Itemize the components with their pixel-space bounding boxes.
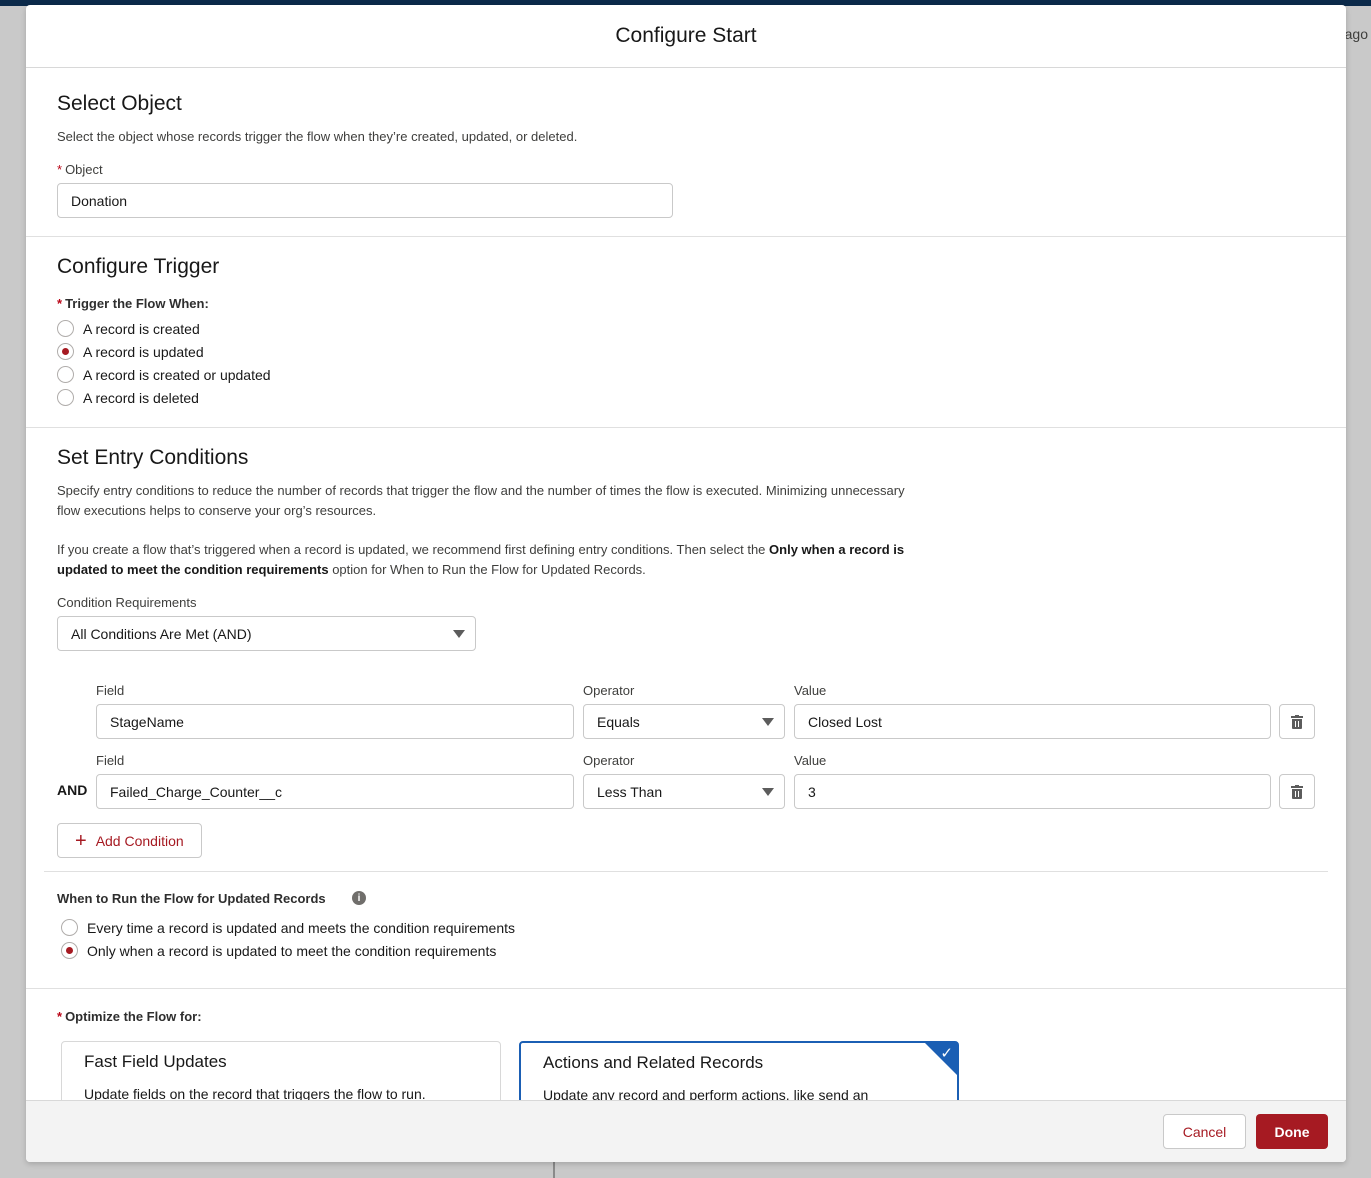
modal-title: Configure Start <box>615 24 757 47</box>
select-object-title: Select Object <box>57 92 182 115</box>
card-description: Update any record and perform actions, l… <box>543 1087 869 1100</box>
and-connector-label: AND <box>57 782 88 798</box>
value-label: Value <box>794 683 827 698</box>
entry-conditions-title: Set Entry Conditions <box>57 446 249 469</box>
delete-condition-1-button[interactable] <box>1279 704 1315 739</box>
entry-conditions-help-2: If you create a flow that’s triggered wh… <box>57 542 905 577</box>
radio-button[interactable] <box>57 366 74 383</box>
trigger-option-deleted[interactable]: A record is deleted <box>57 389 199 406</box>
optimize-section: * Optimize the Flow for: Fast Field Updat… <box>26 989 1346 1100</box>
condition-1-operator-select[interactable]: Equals <box>583 704 785 739</box>
cancel-button[interactable]: Cancel <box>1163 1114 1246 1149</box>
operator-label: Operator <box>583 753 635 768</box>
card-title: Fast Field Updates <box>84 1052 227 1071</box>
run-option-only-when-updated[interactable]: Only when a record is updated to meet th… <box>61 942 496 959</box>
radio-button[interactable] <box>57 389 74 406</box>
configure-start-modal: Configure Start Select Object Select the… <box>26 5 1346 1162</box>
chevron-down-icon <box>453 630 465 638</box>
trigger-option-created[interactable]: A record is created <box>57 320 200 337</box>
modal-header: Configure Start <box>26 5 1346 68</box>
checkmark-icon: ✓ <box>940 1045 953 1062</box>
condition-requirements-label: Condition Requirements <box>57 595 197 610</box>
entry-conditions-section: Set Entry Conditions Specify entry condi… <box>26 428 1346 988</box>
field-label: Field <box>96 683 125 698</box>
modal-body[interactable]: Select Object Select the object whose re… <box>26 68 1346 1100</box>
entry-conditions-help-1: Specify entry conditions to reduce the n… <box>57 483 905 518</box>
radio-button[interactable] <box>57 320 74 337</box>
when-to-run-label: When to Run the Flow for Updated Records <box>57 891 326 906</box>
done-button[interactable]: Done <box>1256 1114 1328 1149</box>
radio-button-selected[interactable] <box>57 343 74 360</box>
condition-requirements-select[interactable]: All Conditions Are Met (AND) <box>57 616 476 651</box>
delete-condition-2-button[interactable] <box>1279 774 1315 809</box>
select-object-section: Select Object Select the object whose re… <box>26 68 1346 236</box>
field-label: Field <box>96 753 125 768</box>
condition-2-value-input[interactable]: 3 <box>794 774 1271 809</box>
trash-icon <box>1291 784 1303 799</box>
card-title: Actions and Related Records <box>543 1053 764 1072</box>
trigger-when-label: * Trigger the Flow When: <box>57 296 209 311</box>
condition-1-value-input[interactable]: Closed Lost <box>794 704 1271 739</box>
radio-button[interactable] <box>61 919 78 936</box>
required-marker: * <box>57 162 63 177</box>
trigger-option-created-or-updated[interactable]: A record is created or updated <box>57 366 271 383</box>
condition-2-operator-select[interactable]: Less Than <box>583 774 785 809</box>
optimize-card-actions-related-records[interactable]: Actions and Related Records Update any r… <box>519 1041 959 1100</box>
condition-2-field-input[interactable]: Failed_Charge_Counter__c <box>96 774 574 809</box>
add-condition-button[interactable]: + Add Condition <box>57 823 202 858</box>
configure-trigger-title: Configure Trigger <box>57 255 220 278</box>
optimize-card-fast-field-updates[interactable]: Fast Field Updates Update fields on the … <box>61 1041 501 1100</box>
object-label: * Object <box>57 162 103 177</box>
object-input[interactable]: Donation <box>57 183 673 218</box>
optimize-label: * Optimize the Flow for: <box>57 1009 202 1024</box>
select-object-help: Select the object whose records trigger … <box>57 129 578 144</box>
trash-icon <box>1291 714 1303 729</box>
plus-icon: + <box>75 829 87 852</box>
trigger-option-updated[interactable]: A record is updated <box>57 343 204 360</box>
info-icon[interactable]: i <box>352 891 366 905</box>
chevron-down-icon <box>762 718 774 726</box>
condition-1-field-input[interactable]: StageName <box>96 704 574 739</box>
radio-button-selected[interactable] <box>61 942 78 959</box>
card-description: Update fields on the record that trigger… <box>84 1086 426 1100</box>
operator-label: Operator <box>583 683 635 698</box>
value-label: Value <box>794 753 827 768</box>
modal-footer: Cancel Done <box>26 1100 1346 1162</box>
background-timestamp-text: ago <box>1344 26 1368 42</box>
divider <box>44 871 1328 872</box>
background-flow-connector <box>553 1160 555 1178</box>
run-option-every-time[interactable]: Every time a record is updated and meets… <box>61 919 515 936</box>
chevron-down-icon <box>762 788 774 796</box>
configure-trigger-section: Configure Trigger * Trigger the Flow When… <box>26 237 1346 427</box>
